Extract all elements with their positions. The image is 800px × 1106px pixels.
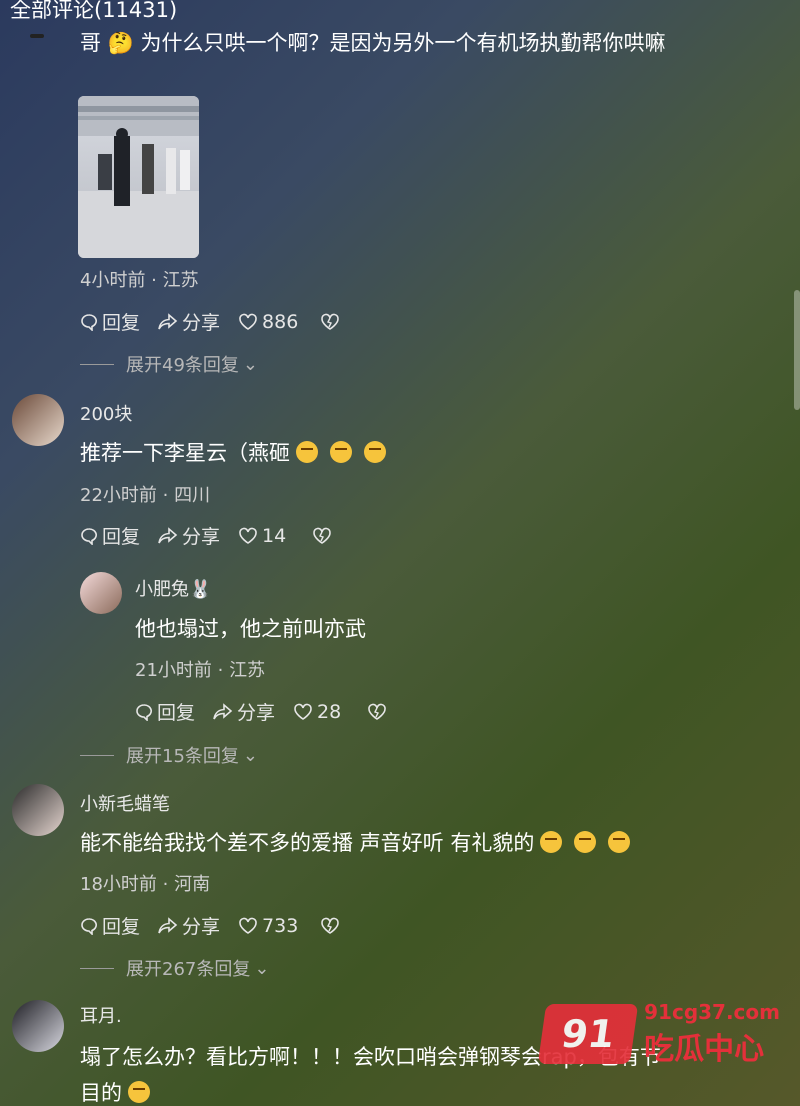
like-button[interactable]: 886	[238, 311, 298, 333]
username[interactable]: 耳月.	[80, 1002, 122, 1028]
comment-actions: 回复 分享 14	[80, 522, 354, 549]
reply-actions: 回复 分享 28	[135, 698, 409, 725]
username[interactable]: 小肥兔🐰	[135, 575, 211, 601]
broken-heart-icon	[321, 313, 340, 330]
scrollbar[interactable]	[794, 290, 800, 410]
reply-icon	[136, 703, 152, 721]
share-label: 分享	[237, 702, 276, 724]
emoji-icon	[574, 831, 597, 853]
reply-icon	[81, 527, 97, 545]
divider	[80, 754, 114, 756]
like-count: 14	[262, 524, 287, 547]
broken-heart-icon	[368, 703, 387, 720]
comment-3: 小新毛蜡笔 能不能给我找个差不多的爱播 声音好听 有礼貌的 18小时前 · 河南…	[0, 770, 800, 990]
expand-label: 展开267条回复	[126, 959, 251, 980]
watermark-badge: 91	[537, 1004, 639, 1064]
comment-text-line2: 目的	[80, 1076, 156, 1106]
emoji-icon	[330, 441, 352, 463]
dislike-button[interactable]	[312, 527, 336, 545]
share-button[interactable]: 分享	[158, 912, 220, 939]
like-count: 28	[317, 700, 342, 723]
like-button[interactable]: 733	[238, 915, 298, 937]
reply-label: 回复	[102, 526, 141, 548]
chevron-down-icon: ⌄	[242, 744, 258, 766]
heart-icon	[239, 917, 257, 934]
airport-photo	[78, 96, 199, 258]
avatar[interactable]	[12, 1000, 64, 1052]
like-count: 886	[262, 310, 299, 333]
comment-time-location: 18小时前 · 河南	[80, 874, 211, 895]
share-button[interactable]: 分享	[158, 522, 220, 549]
share-button[interactable]: 分享	[158, 308, 220, 335]
comment-time-location: 4小时前 · 江苏	[80, 270, 199, 291]
emoji-icon	[540, 831, 563, 853]
emoji-icon	[128, 1081, 150, 1103]
reply-icon	[81, 917, 97, 935]
like-button[interactable]: 14	[238, 525, 286, 547]
reply-button[interactable]: 回复	[80, 912, 140, 939]
share-label: 分享	[182, 312, 221, 334]
reply-time-location: 21小时前 · 江苏	[135, 660, 266, 681]
username[interactable]: 200块	[80, 400, 132, 426]
reply-button[interactable]: 回复	[80, 308, 140, 335]
reply-label: 回复	[102, 916, 141, 938]
reply-button[interactable]: 回复	[135, 698, 195, 725]
comment-text-body: 目的	[80, 1081, 122, 1105]
watermark-text: 91cg37.com 吃瓜中心	[644, 1000, 780, 1068]
reply-text: 他也塌过，他之前叫亦武	[135, 617, 366, 641]
chevron-down-icon: ⌄	[242, 353, 258, 375]
emoji-icon	[364, 441, 386, 463]
share-icon	[158, 916, 178, 933]
expand-replies[interactable]: 展开49条回复 ⌄	[80, 351, 258, 377]
heart-icon	[294, 703, 312, 720]
share-icon	[213, 702, 233, 719]
expand-label: 展开15条回复	[126, 746, 239, 767]
username[interactable]: 小新毛蜡笔	[80, 790, 170, 816]
dislike-button[interactable]	[367, 703, 391, 721]
comment-text-body: 推荐一下李星云（燕砸	[80, 441, 290, 465]
broken-heart-icon	[313, 527, 332, 544]
reply-label: 回复	[157, 702, 196, 724]
comment-2: 200块 推荐一下李星云（燕砸 22小时前 · 四川 回复 分享 14 小肥兔🐰…	[0, 380, 800, 770]
chevron-down-icon: ⌄	[254, 957, 270, 979]
comment-text: 推荐一下李星云（燕砸	[80, 436, 392, 470]
site-watermark: 91 91cg37.com 吃瓜中心	[537, 1000, 780, 1068]
heart-icon	[239, 527, 257, 544]
expand-label: 展开49条回复	[126, 355, 239, 376]
expand-replies[interactable]: 展开15条回复 ⌄	[80, 742, 258, 768]
dislike-button[interactable]	[320, 917, 344, 935]
emoji-icon	[296, 441, 318, 463]
comment-time-location: 22小时前 · 四川	[80, 485, 211, 506]
share-label: 分享	[182, 526, 221, 548]
dislike-button[interactable]	[320, 313, 344, 331]
share-icon	[158, 312, 178, 329]
comment-image[interactable]	[78, 96, 199, 258]
avatar[interactable]	[12, 394, 64, 446]
expand-replies[interactable]: 展开267条回复 ⌄	[80, 955, 269, 981]
reply-button[interactable]: 回复	[80, 522, 140, 549]
share-label: 分享	[182, 916, 221, 938]
share-icon	[158, 526, 178, 543]
comment-text: 哥 🤔 为什么只哄一个啊？是因为另外一个有机场执勤帮你哄嘛	[80, 31, 666, 55]
broken-heart-icon	[321, 917, 340, 934]
avatar[interactable]	[12, 784, 64, 836]
comment-text-body: 能不能给我找个差不多的爱播 声音好听 有礼貌的	[80, 831, 535, 855]
share-button[interactable]: 分享	[213, 698, 275, 725]
divider	[80, 363, 114, 365]
divider	[80, 967, 114, 969]
reply-label: 回复	[102, 312, 141, 334]
avatar[interactable]	[30, 34, 44, 38]
like-button[interactable]: 28	[293, 701, 341, 723]
comment-text: 能不能给我找个差不多的爱播 声音好听 有礼貌的	[80, 826, 636, 860]
reply-icon	[81, 313, 97, 331]
comment-actions: 回复 分享 886	[80, 308, 362, 335]
watermark-name: 吃瓜中心	[644, 1032, 765, 1067]
watermark-domain: 91cg37.com	[644, 1000, 780, 1024]
comment-actions: 回复 分享 733	[80, 912, 362, 939]
like-count: 733	[262, 914, 299, 937]
comment-1: 哥 🤔 为什么只哄一个啊？是因为另外一个有机场执勤帮你哄嘛 4小时前 · 江苏 …	[0, 0, 800, 380]
avatar[interactable]	[80, 572, 122, 614]
heart-icon	[239, 313, 257, 330]
emoji-icon	[608, 831, 631, 853]
